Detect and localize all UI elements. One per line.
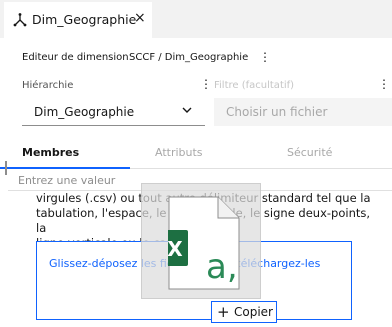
plus-icon: + [217, 303, 230, 321]
hierarchy-label: Hiérarchie [22, 80, 74, 91]
close-icon[interactable]: × [134, 10, 146, 26]
file-letter: a, [206, 247, 238, 287]
filter-file-placeholder: Choisir un fichier [226, 105, 328, 119]
filter-label: Filtre (facultatif) [214, 80, 295, 91]
hierarchy-select[interactable]: Dim_Geographie [22, 98, 205, 126]
tab-label: Dim_Geographie [32, 12, 137, 27]
tab-dim-geographie[interactable]: Dim_Geographie × [4, 2, 152, 38]
hierarchy-icon [12, 12, 28, 28]
tab-security[interactable]: Sécurité [287, 146, 332, 159]
tab-members[interactable]: Membres [22, 146, 79, 159]
chevron-down-icon [181, 104, 193, 119]
member-tabs: Membres Attributs Sécurité [0, 140, 392, 169]
hierarchy-select-value: Dim_Geographie [34, 105, 135, 119]
tab-attributes[interactable]: Attributs [155, 146, 203, 159]
excel-letter: X [168, 237, 183, 261]
dimension-editor-panel: Dim_Geographie × Editeur de dimension SC… [0, 0, 392, 327]
hierarchy-overflow-menu-icon[interactable]: ⋮ [200, 77, 212, 91]
panel-resize-handle[interactable] [5, 161, 7, 175]
copy-label: Copier [234, 305, 273, 319]
tab-bar: Dim_Geographie × [0, 0, 392, 38]
editor-overflow-menu-icon[interactable]: ⋮ [259, 50, 271, 64]
editor-label: Editeur de dimension [22, 52, 129, 63]
filter-overflow-menu-icon[interactable]: ⋮ [378, 77, 390, 91]
filter-file-select[interactable]: Choisir un fichier [214, 98, 392, 126]
copy-cursor-badge: + Copier [211, 301, 277, 323]
editor-path: SCCF / Dim_Geographie [129, 52, 249, 63]
excel-file-icon: X a, [168, 196, 240, 290]
